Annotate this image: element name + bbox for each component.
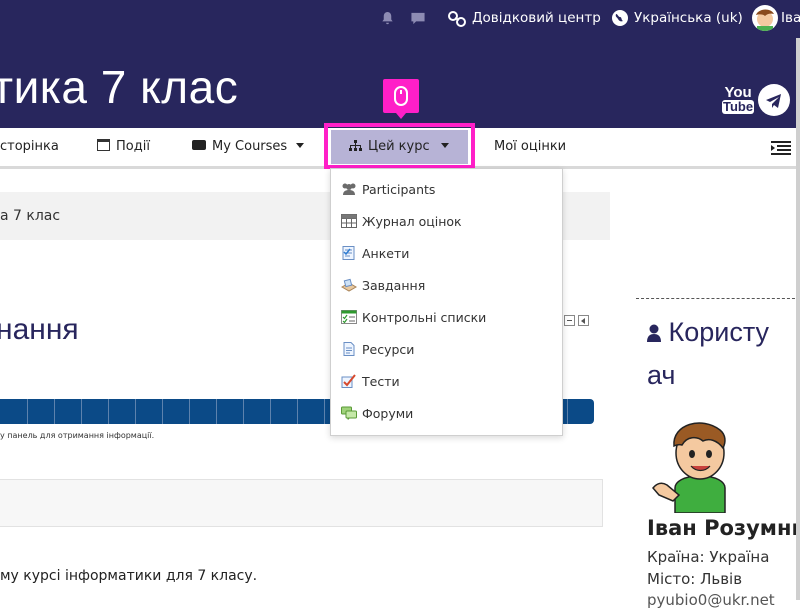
this-course-dropdown: Participants Журнал оцінок Анкети Завдан… — [330, 168, 563, 436]
menu-item-participants[interactable]: Participants — [341, 182, 435, 197]
breadcrumb-course[interactable]: а 7 клас — [0, 208, 60, 224]
progress-segment-divider — [27, 399, 28, 424]
avatar[interactable] — [752, 5, 778, 31]
youtube-icon[interactable]: You Tube — [722, 85, 755, 114]
briefcase-icon — [192, 140, 206, 150]
progress-segment-divider — [216, 399, 217, 424]
menu-item-quizzes[interactable]: Тести — [341, 374, 400, 389]
caret-down-icon — [440, 143, 449, 148]
user-avatar-image — [645, 408, 745, 514]
cursor-marker — [383, 79, 419, 113]
user-icon — [647, 324, 661, 342]
progress-segment-divider — [162, 399, 163, 424]
progress-note: у панель для отримання інформації. — [0, 431, 155, 440]
menu-item-gradebook[interactable]: Журнал оцінок — [341, 214, 462, 229]
sitemap-icon — [349, 140, 362, 151]
menu-item-resources[interactable]: Ресурси — [341, 342, 414, 357]
telegram-icon[interactable] — [758, 84, 790, 116]
caret-down-icon — [296, 143, 305, 148]
menu-item-questionnaires[interactable]: Анкети — [341, 246, 409, 261]
user-city: Місто: Львів — [647, 570, 743, 588]
progress-segment-divider — [135, 399, 136, 424]
collapse-block-icon[interactable] — [564, 315, 575, 326]
progress-segment-divider — [324, 399, 325, 424]
user-email: руubio0@ukr.net — [647, 591, 775, 609]
assignment-icon — [341, 278, 357, 292]
progress-segment-divider — [108, 399, 109, 424]
resource-icon — [343, 342, 355, 356]
bell-icon[interactable] — [380, 11, 395, 30]
user-block-title: Користу — [647, 317, 769, 348]
cursor-marker-pointer — [396, 113, 406, 119]
progress-segment-divider — [189, 399, 190, 424]
nav-item-my-grades[interactable]: Мої оцінки — [494, 139, 566, 154]
progress-segment-divider — [270, 399, 271, 424]
dock-block-icon[interactable] — [578, 315, 589, 326]
checklist-icon — [341, 310, 357, 324]
block-separator — [636, 298, 800, 299]
calendar-icon — [97, 139, 110, 151]
main-navigation: сторінка Події My Courses Цей курс Мої о… — [0, 123, 800, 169]
course-title: тика 7 клас — [0, 61, 239, 113]
nav-item-home[interactable]: сторінка — [0, 139, 59, 154]
questionnaire-icon — [342, 246, 355, 260]
user-block-title-wrap: ач — [647, 360, 676, 390]
globe-icon — [611, 9, 629, 31]
chat-icon[interactable] — [410, 11, 426, 30]
user-full-name[interactable]: Іван Розумни — [647, 516, 800, 540]
progress-segment-divider — [297, 399, 298, 424]
window-border — [796, 38, 800, 600]
progress-segment-divider — [54, 399, 55, 424]
language-selector[interactable]: Українська (uk) — [634, 10, 743, 26]
quiz-icon — [341, 374, 356, 388]
menu-item-assignments[interactable]: Завдання — [341, 278, 425, 293]
participants-icon — [342, 183, 356, 195]
top-bar: Довідковий центр Українська (uk) Іва — [0, 0, 800, 38]
help-center-link[interactable]: Довідковий центр — [472, 10, 601, 26]
user-country: Країна: Україна — [647, 548, 770, 566]
menu-item-forums[interactable]: Форуми — [341, 406, 413, 421]
nav-item-this-course[interactable]: Цей курс — [331, 130, 468, 164]
nav-item-my-courses[interactable]: My Courses — [192, 139, 305, 154]
course-intro-text: му курсі інформатики для 7 класу. — [0, 568, 258, 584]
course-section-box — [0, 479, 603, 527]
link-icon — [447, 9, 467, 33]
menu-item-checklists[interactable]: Контрольні списки — [341, 310, 486, 325]
course-header: тика 7 клас You Tube — [0, 38, 800, 128]
drawer-toggle-icon[interactable] — [771, 140, 791, 159]
gradebook-icon — [341, 214, 357, 228]
progress-segment-divider — [567, 399, 568, 424]
user-name[interactable]: Іва — [781, 10, 800, 26]
section-title: нання — [0, 313, 79, 346]
progress-segment-divider — [243, 399, 244, 424]
progress-segment-divider — [81, 399, 82, 424]
forum-icon — [341, 406, 357, 420]
nav-item-events[interactable]: Події — [97, 139, 150, 154]
mouse-icon — [394, 86, 408, 106]
